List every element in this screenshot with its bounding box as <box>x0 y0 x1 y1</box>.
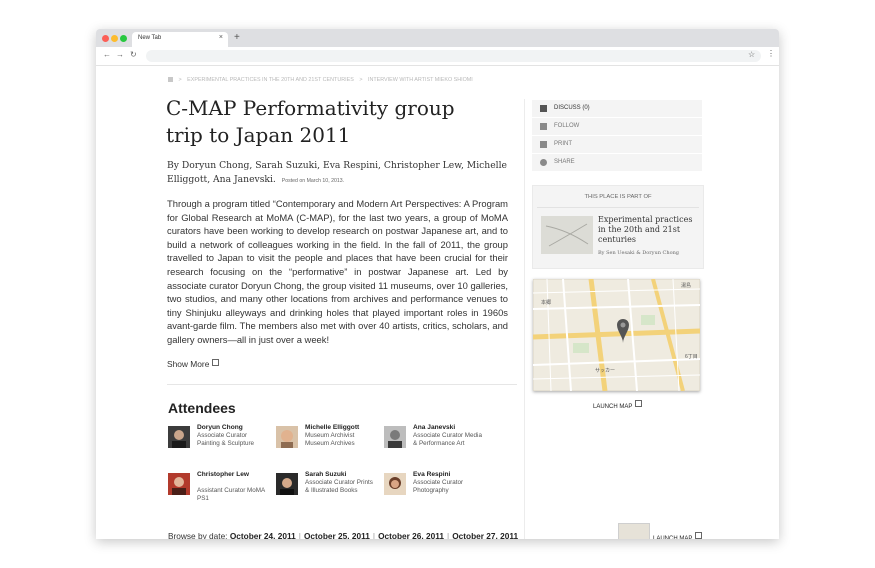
column-divider <box>524 99 525 539</box>
maximize-window-button[interactable] <box>120 35 127 42</box>
attendee-title: Associate Curator Painting & Sculpture <box>197 432 255 447</box>
launch-map-link[interactable]: Launch Map <box>593 400 643 410</box>
attendee-name[interactable]: Christopher Lew <box>197 471 269 479</box>
map-graphic <box>533 279 700 391</box>
new-tab-button[interactable]: + <box>234 32 240 43</box>
place-heading: This place is part of <box>584 194 652 200</box>
breadcrumb-separator: > <box>178 77 182 83</box>
follow-label: Follow <box>554 123 580 129</box>
date-link[interactable]: October 27, 2011 <box>452 531 518 539</box>
article-byline: By Doryun Chong, Sarah Suzuki, Eva Respi… <box>167 159 512 188</box>
browse-label: Browse by date: <box>168 531 228 539</box>
map-label-hongo: 本郷 <box>541 300 552 306</box>
address-bar[interactable] <box>146 50 761 62</box>
page-title: C-MAP Performativity group trip to Japan… <box>166 96 455 147</box>
place-authors: By Sen Uesaki & Doryun Chong <box>598 250 680 256</box>
close-tab-icon[interactable]: × <box>219 34 223 41</box>
show-more-label: Show More <box>167 359 210 369</box>
printer-icon <box>540 141 547 148</box>
attendee-title: Associate Curator Prints & Illustrated B… <box>305 479 373 494</box>
date-link[interactable]: October 24, 2011 <box>230 531 296 539</box>
follow-button[interactable]: Follow <box>532 118 702 136</box>
avatar <box>384 426 406 448</box>
mini-map-thumbnail[interactable] <box>618 523 650 539</box>
minimize-window-button[interactable] <box>111 35 118 42</box>
attendees-heading: Attendees <box>168 400 236 416</box>
share-actions: Discuss (0) Follow Print Share <box>532 100 702 172</box>
attendee-name[interactable]: Ana Janevski <box>413 424 485 432</box>
date-separator: | <box>447 531 450 539</box>
browser-tab[interactable]: New Tab × <box>132 32 228 47</box>
date-link[interactable]: October 25, 2011 <box>304 531 370 539</box>
attendee-name[interactable]: Sarah Suzuki <box>305 471 377 479</box>
attendee-title: Associate Curator Media & Performance Ar… <box>413 432 482 447</box>
close-window-button[interactable] <box>102 35 109 42</box>
external-link-icon <box>635 400 643 407</box>
breadcrumb-separator: > <box>359 77 363 83</box>
map-label-6chome: 6丁目 <box>685 354 698 360</box>
follow-icon <box>540 123 547 130</box>
browser-toolbar: ← → ↻ ☆ ⋮ <box>96 47 779 66</box>
avatar <box>276 426 298 448</box>
discuss-label: Discuss (0) <box>554 105 590 111</box>
avatar <box>384 473 406 495</box>
discuss-button[interactable]: Discuss (0) <box>532 100 702 118</box>
launch-map-link-bottom[interactable]: Launch Map <box>653 532 703 539</box>
forward-arrow-icon[interactable]: → <box>116 50 124 59</box>
home-icon[interactable] <box>168 77 173 83</box>
reload-icon[interactable]: ↻ <box>130 50 137 59</box>
avatar <box>276 473 298 495</box>
launch-map-label: Launch Map <box>653 536 693 539</box>
browser-menu-icon[interactable]: ⋮ <box>767 49 775 58</box>
attendee-name[interactable]: Eva Respini <box>413 471 485 479</box>
share-button[interactable]: Share <box>532 154 702 172</box>
browser-window: New Tab × + ← → ↻ ☆ ⋮ > Experimental pra… <box>96 29 779 539</box>
tab-title: New Tab <box>138 35 162 41</box>
browse-by-date: Browse by date: October 24, 2011 | October… <box>168 531 518 539</box>
attendee-title: Associate Curator Photography <box>413 479 464 494</box>
breadcrumb: > Experimental practices in the 20th and… <box>168 77 477 83</box>
map-preview[interactable]: 湯島 6丁目 サッカー 本郷 <box>533 279 700 391</box>
attendee-name[interactable]: Michelle Elliggott <box>305 424 377 432</box>
share-icon <box>540 159 547 166</box>
tab-bar: New Tab × + <box>96 29 779 47</box>
breadcrumb-link-interview[interactable]: Interview with artist Mieko Shiomi <box>368 77 473 83</box>
article-body: Through a program titled “Contemporary a… <box>167 198 508 345</box>
attendee-name[interactable]: Doryun Chong <box>197 424 269 432</box>
posted-date: Posted on March 10, 2013. <box>281 178 345 184</box>
external-link-icon <box>695 532 703 539</box>
place-thumbnail <box>541 216 593 254</box>
avatar <box>168 426 190 448</box>
place-title[interactable]: Experimental practices in the 20th and 2… <box>598 215 698 245</box>
place-divider <box>537 207 699 208</box>
date-separator: | <box>298 531 301 539</box>
print-label: Print <box>554 141 572 147</box>
print-button[interactable]: Print <box>532 136 702 154</box>
date-separator: | <box>372 531 376 539</box>
external-link-icon <box>212 359 220 366</box>
section-divider <box>167 384 517 385</box>
map-label-soccer: サッカー <box>595 368 616 374</box>
launch-map-label: Launch Map <box>593 404 633 410</box>
pencil-icon <box>540 105 547 112</box>
breadcrumb-link-collection[interactable]: Experimental practices in the 20th and 2… <box>187 77 354 83</box>
attendee-title: Assistant Curator MoMA PS1 <box>197 487 265 502</box>
place-card[interactable]: This place is part of Experimental pract… <box>532 185 704 269</box>
map-label-yushima: 湯島 <box>681 283 692 289</box>
show-more-link[interactable]: Show More <box>167 359 220 369</box>
bookmark-star-icon[interactable]: ☆ <box>748 50 755 59</box>
attendee-title: Museum Archivist Museum Archives <box>305 432 355 447</box>
back-arrow-icon[interactable]: ← <box>103 50 111 59</box>
date-link[interactable]: October 26, 2011 <box>378 531 444 539</box>
share-label: Share <box>554 159 575 165</box>
avatar <box>168 473 190 495</box>
